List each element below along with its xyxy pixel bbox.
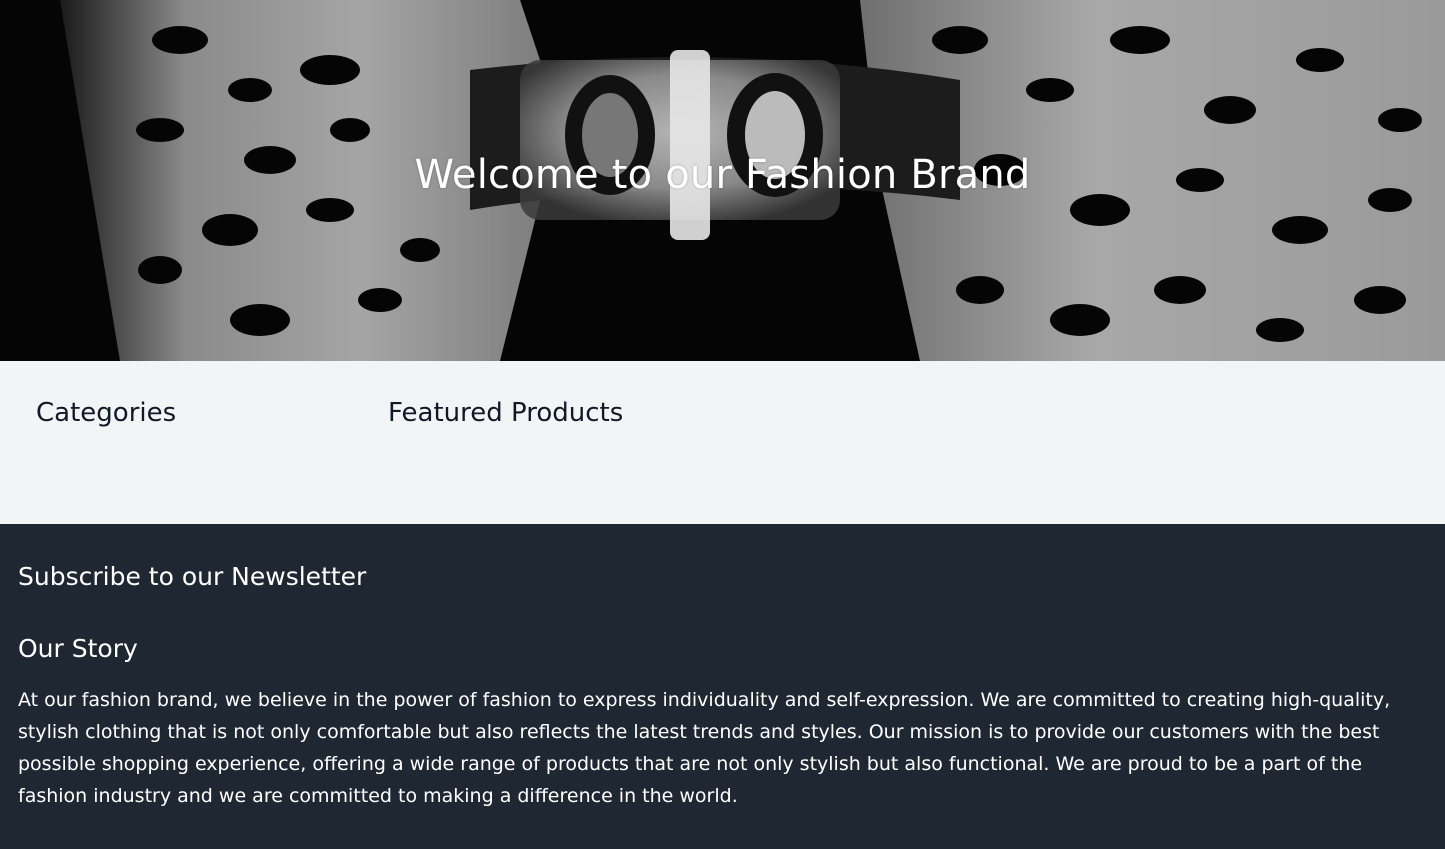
our-story-heading: Our Story (18, 634, 138, 663)
footer: Subscribe to our Newsletter Our Story At… (0, 524, 1445, 849)
hero-banner: Welcome to our Fashion Brand (0, 0, 1445, 361)
hero-title: Welcome to our Fashion Brand (414, 152, 1031, 198)
categories-heading: Categories (36, 398, 177, 428)
main-content: Categories Featured Products (0, 361, 1445, 524)
newsletter-heading: Subscribe to our Newsletter (18, 562, 367, 591)
featured-products-heading: Featured Products (388, 398, 624, 428)
our-story-text: At our fashion brand, we believe in the … (18, 689, 1391, 807)
